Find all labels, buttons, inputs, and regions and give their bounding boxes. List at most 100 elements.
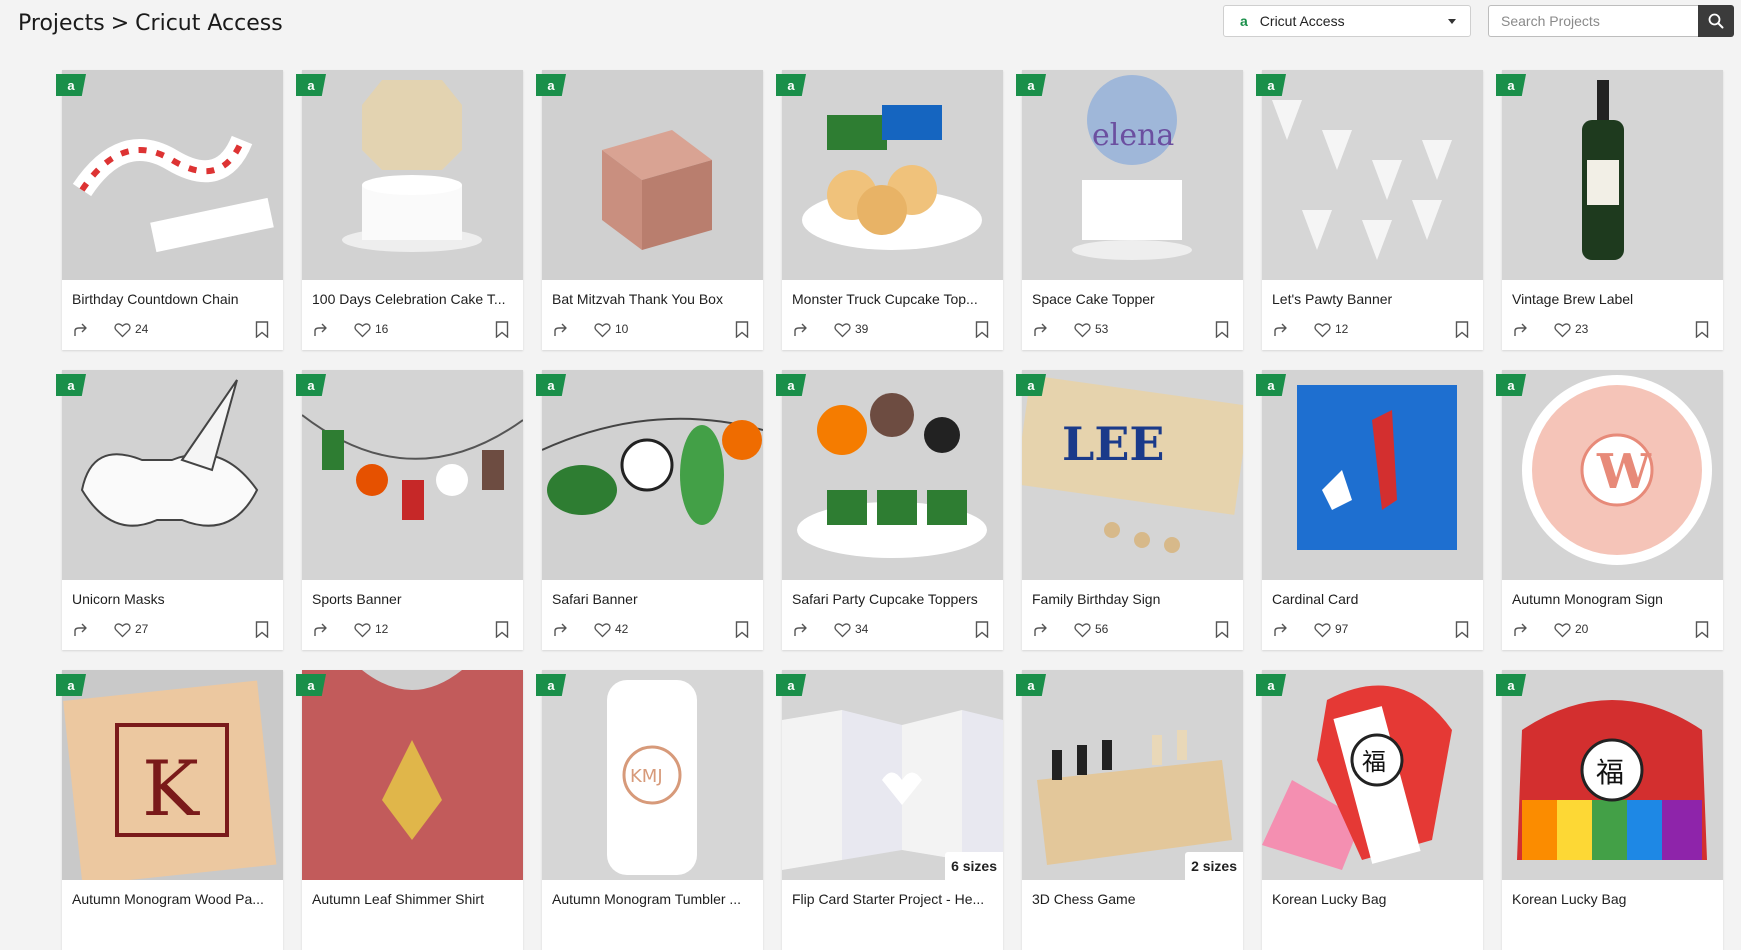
bookmark-icon[interactable] [975,621,989,638]
bookmark-icon[interactable] [495,321,509,338]
breadcrumb-projects-link[interactable]: Projects [18,11,105,36]
project-thumbnail[interactable] [542,70,763,280]
search-input[interactable] [1488,5,1698,37]
project-thumbnail[interactable] [1262,70,1483,280]
project-card[interactable]: a Safari Party Cupcake Toppers 34 [776,370,1003,650]
project-card[interactable]: a Unicorn Masks 27 [56,370,283,650]
project-title[interactable]: Autumn Leaf Shimmer Shirt [312,891,512,907]
project-card[interactable]: a Bat Mitzvah Thank You Box 10 [536,70,763,350]
project-card[interactable]: a Sports Banner 12 [296,370,523,650]
heart-icon[interactable] [594,322,611,338]
project-title[interactable]: Space Cake Topper [1032,291,1232,307]
bookmark-icon[interactable] [1695,621,1709,638]
project-card[interactable]: a 100 Days Celebration Cake T... 16 [296,70,523,350]
project-card[interactable]: 福 a Korean Lucky Bag [1496,670,1723,950]
bookmark-icon[interactable] [1455,321,1469,338]
project-title[interactable]: Vintage Brew Label [1512,291,1712,307]
share-icon[interactable] [72,321,90,339]
project-card[interactable]: a Birthday Countdown Chain 24 [56,70,283,350]
project-card[interactable]: Wa Autumn Monogram Sign 20 [1496,370,1723,650]
share-icon[interactable] [312,621,330,639]
project-title[interactable]: 3D Chess Game [1032,891,1232,907]
share-icon[interactable] [552,321,570,339]
project-card[interactable]: LEE a Family Birthday Sign 56 [1016,370,1243,650]
project-thumbnail[interactable] [62,70,283,280]
project-thumbnail[interactable]: K [62,670,283,880]
bookmark-icon[interactable] [975,321,989,338]
share-icon[interactable] [792,321,810,339]
share-icon[interactable] [1512,321,1530,339]
share-icon[interactable] [72,621,90,639]
bookmark-icon[interactable] [1695,321,1709,338]
project-thumbnail[interactable]: W [1502,370,1723,580]
bookmark-icon[interactable] [255,621,269,638]
heart-icon[interactable] [114,322,131,338]
heart-icon[interactable] [1314,622,1331,638]
project-title[interactable]: Safari Banner [552,591,752,607]
project-title[interactable]: Let's Pawty Banner [1272,291,1472,307]
bookmark-icon[interactable] [1215,321,1229,338]
heart-icon[interactable] [1314,322,1331,338]
project-thumbnail[interactable] [302,70,523,280]
project-title[interactable]: Sports Banner [312,591,512,607]
project-title[interactable]: Autumn Monogram Tumbler ... [552,891,752,907]
collection-filter-dropdown[interactable]: a Cricut Access [1223,5,1471,37]
heart-icon[interactable] [1074,622,1091,638]
project-title[interactable]: Korean Lucky Bag [1272,891,1472,907]
share-icon[interactable] [312,321,330,339]
project-thumbnail[interactable]: 福 [1262,670,1483,880]
project-thumbnail[interactable]: 2 sizes [1022,670,1243,880]
share-icon[interactable] [552,621,570,639]
project-thumbnail[interactable]: elena [1022,70,1243,280]
project-card[interactable]: a Monster Truck Cupcake Top... 39 [776,70,1003,350]
project-title[interactable]: Birthday Countdown Chain [72,291,272,307]
project-card[interactable]: Ka Autumn Monogram Wood Pa... [56,670,283,950]
project-card[interactable]: elena a Space Cake Topper 53 [1016,70,1243,350]
bookmark-icon[interactable] [735,321,749,338]
share-icon[interactable] [1032,621,1050,639]
bookmark-icon[interactable] [1215,621,1229,638]
project-title[interactable]: Korean Lucky Bag [1512,891,1712,907]
project-thumbnail[interactable] [1502,70,1723,280]
project-title[interactable]: Bat Mitzvah Thank You Box [552,291,752,307]
project-title[interactable]: Flip Card Starter Project - He... [792,891,992,907]
project-title[interactable]: Cardinal Card [1272,591,1472,607]
project-thumbnail[interactable]: LEE [1022,370,1243,580]
project-title[interactable]: Autumn Monogram Wood Pa... [72,891,272,907]
heart-icon[interactable] [1554,622,1571,638]
bookmark-icon[interactable] [495,621,509,638]
heart-icon[interactable] [354,622,371,638]
project-title[interactable]: Family Birthday Sign [1032,591,1232,607]
project-card[interactable]: a Let's Pawty Banner 12 [1256,70,1483,350]
project-thumbnail[interactable] [782,70,1003,280]
project-title[interactable]: Autumn Monogram Sign [1512,591,1712,607]
heart-icon[interactable] [834,622,851,638]
project-thumbnail[interactable] [1262,370,1483,580]
heart-icon[interactable] [834,322,851,338]
heart-icon[interactable] [594,622,611,638]
project-card[interactable]: a Cardinal Card 97 [1256,370,1483,650]
project-thumbnail[interactable] [782,370,1003,580]
bookmark-icon[interactable] [255,321,269,338]
share-icon[interactable] [1272,621,1290,639]
project-card[interactable]: KMJ a Autumn Monogram Tumbler ... [536,670,763,950]
heart-icon[interactable] [354,322,371,338]
project-title[interactable]: Safari Party Cupcake Toppers [792,591,992,607]
search-button[interactable] [1698,5,1734,37]
project-thumbnail[interactable] [302,670,523,880]
project-card[interactable]: a Autumn Leaf Shimmer Shirt [296,670,523,950]
share-icon[interactable] [1272,321,1290,339]
project-card[interactable]: 福 a Korean Lucky Bag [1256,670,1483,950]
project-card[interactable]: a Vintage Brew Label 23 [1496,70,1723,350]
heart-icon[interactable] [1074,322,1091,338]
project-thumbnail[interactable]: 福 [1502,670,1723,880]
project-title[interactable]: Monster Truck Cupcake Top... [792,291,992,307]
project-card[interactable]: 2 sizes a 3D Chess Game [1016,670,1243,950]
project-thumbnail[interactable]: 6 sizes [782,670,1003,880]
bookmark-icon[interactable] [1455,621,1469,638]
share-icon[interactable] [1512,621,1530,639]
project-thumbnail[interactable] [302,370,523,580]
project-title[interactable]: 100 Days Celebration Cake T... [312,291,512,307]
bookmark-icon[interactable] [735,621,749,638]
project-card[interactable]: 6 sizes a Flip Card Starter Project - He..… [776,670,1003,950]
